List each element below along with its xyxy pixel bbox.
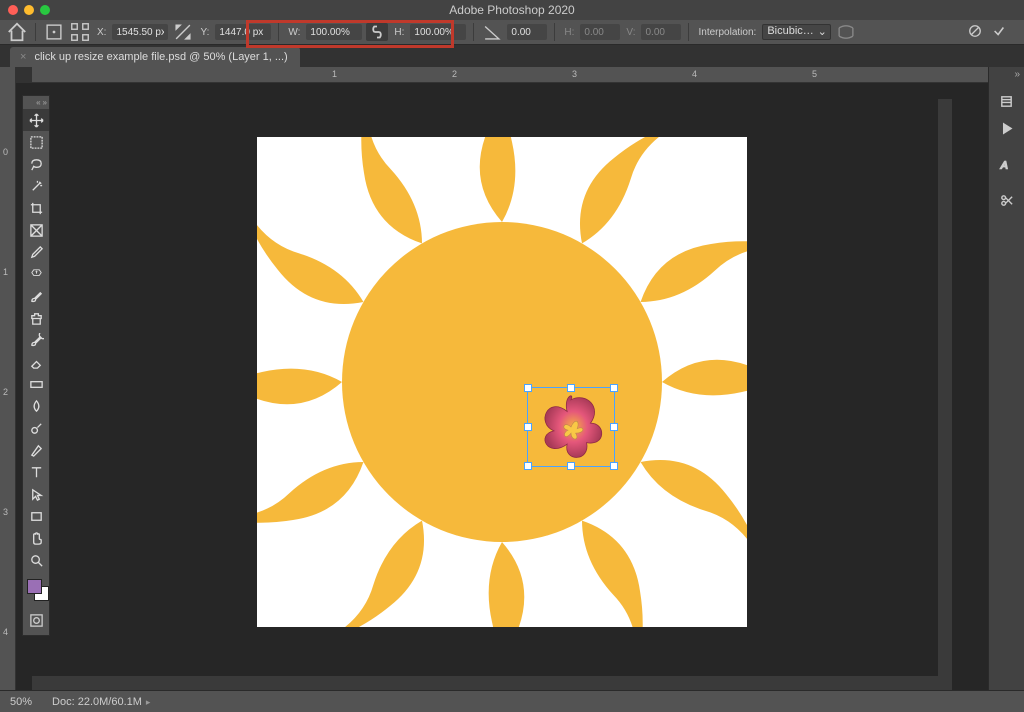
quick-mask-icon[interactable] (23, 609, 49, 631)
tool-eyedropper-icon[interactable] (23, 241, 49, 263)
tool-magic-wand-icon[interactable] (23, 175, 49, 197)
tool-blur-icon[interactable] (23, 395, 49, 417)
sun-ray (462, 542, 542, 627)
horizontal-scrollbar[interactable] (32, 676, 952, 690)
h-label: H: (392, 27, 406, 38)
w-label: W: (286, 27, 302, 38)
y-field[interactable] (215, 24, 271, 40)
right-panel-dock[interactable]: » A (988, 67, 1024, 690)
relative-position-icon[interactable] (172, 23, 194, 41)
interp-select[interactable]: Bicubic…⌄ (762, 24, 830, 40)
sun-shape (342, 222, 662, 542)
handle-s[interactable] (567, 462, 575, 470)
handle-e[interactable] (610, 423, 618, 431)
flower-layer (528, 388, 614, 466)
sun-ray (462, 137, 542, 222)
skewv-label: V: (624, 27, 637, 38)
ruler-top[interactable]: 1 2 3 4 5 (32, 67, 988, 83)
x-field[interactable] (112, 24, 168, 40)
document-tabs: × click up resize example file.psd @ 50%… (0, 45, 1024, 67)
interp-label: Interpolation: (696, 27, 758, 38)
tool-rectangle-icon[interactable] (23, 505, 49, 527)
tool-lasso-icon[interactable] (23, 153, 49, 175)
commit-transform-icon[interactable] (992, 24, 1006, 41)
zoom-window-icon[interactable] (40, 5, 50, 15)
warp-icon[interactable] (835, 23, 857, 41)
tool-hand-icon[interactable] (23, 527, 49, 549)
ruler-left[interactable]: 0 1 2 3 4 (0, 67, 16, 690)
transform-ref-icon[interactable] (43, 23, 65, 41)
actions-panel-icon[interactable] (990, 116, 1024, 140)
handle-nw[interactable] (524, 384, 532, 392)
tool-path-select-icon[interactable] (23, 483, 49, 505)
tool-pen-icon[interactable] (23, 439, 49, 461)
character-panel-icon[interactable]: A (990, 152, 1024, 176)
tool-gradient-icon[interactable] (23, 373, 49, 395)
sun-ray (257, 342, 342, 422)
tool-brush-icon[interactable] (23, 285, 49, 307)
scissors-panel-icon[interactable] (990, 188, 1024, 212)
doc-size[interactable]: Doc: 22.0M/60.1M▸ (52, 696, 150, 708)
tool-clone-icon[interactable] (23, 307, 49, 329)
angle-field[interactable] (507, 24, 547, 40)
foreground-swatch[interactable] (27, 579, 42, 594)
skewh-field[interactable] (580, 24, 620, 40)
tool-type-icon[interactable] (23, 461, 49, 483)
canvas-area[interactable] (16, 83, 988, 690)
cancel-transform-icon[interactable] (968, 24, 982, 41)
h-field[interactable] (410, 24, 466, 40)
tool-frame-icon[interactable] (23, 219, 49, 241)
artboard (257, 137, 747, 627)
x-label: X: (95, 27, 108, 38)
y-label: Y: (198, 27, 211, 38)
tool-healing-icon[interactable] (23, 263, 49, 285)
status-bar: 50% Doc: 22.0M/60.1M▸ (0, 690, 1024, 712)
sun-ray (662, 342, 747, 422)
close-window-icon[interactable] (8, 5, 18, 15)
handle-sw[interactable] (524, 462, 532, 470)
options-bar: X: Y: W: H: H: V: Interpolation: Bicubic… (0, 20, 1024, 45)
skewv-field[interactable] (641, 24, 681, 40)
file-tab-label: click up resize example file.psd @ 50% (… (34, 51, 287, 63)
transform-box[interactable] (527, 387, 615, 467)
history-panel-icon[interactable] (990, 89, 1024, 113)
svg-text:A: A (1000, 160, 1008, 171)
link-aspect-icon[interactable] (366, 23, 388, 41)
tools-panel[interactable]: «» (22, 95, 50, 636)
tool-move-icon[interactable] (23, 109, 49, 131)
zoom-level[interactable]: 50% (10, 696, 32, 708)
color-swatches[interactable] (23, 577, 49, 609)
w-field[interactable] (306, 24, 362, 40)
tool-history-brush-icon[interactable] (23, 329, 49, 351)
minimize-window-icon[interactable] (24, 5, 34, 15)
angle-icon (481, 23, 503, 41)
tool-crop-icon[interactable] (23, 197, 49, 219)
handle-se[interactable] (610, 462, 618, 470)
handle-ne[interactable] (610, 384, 618, 392)
handle-n[interactable] (567, 384, 575, 392)
panel-flyout-icon[interactable]: » (988, 67, 1024, 82)
tool-zoom-icon[interactable] (23, 549, 49, 571)
home-icon[interactable] (6, 23, 28, 41)
tool-dodge-icon[interactable] (23, 417, 49, 439)
mac-titlebar: Adobe Photoshop 2020 (0, 0, 1024, 20)
app-title: Adobe Photoshop 2020 (449, 3, 574, 17)
handle-w[interactable] (524, 423, 532, 431)
tool-marquee-icon[interactable] (23, 131, 49, 153)
main-workspace: 0 1 2 3 4 1 2 3 4 5 (0, 67, 1024, 690)
tool-eraser-icon[interactable] (23, 351, 49, 373)
vertical-scrollbar[interactable] (938, 99, 952, 676)
reference-point-toggle-icon[interactable] (69, 23, 91, 41)
skewh-label: H: (562, 27, 576, 38)
file-tab[interactable]: × click up resize example file.psd @ 50%… (10, 47, 300, 67)
